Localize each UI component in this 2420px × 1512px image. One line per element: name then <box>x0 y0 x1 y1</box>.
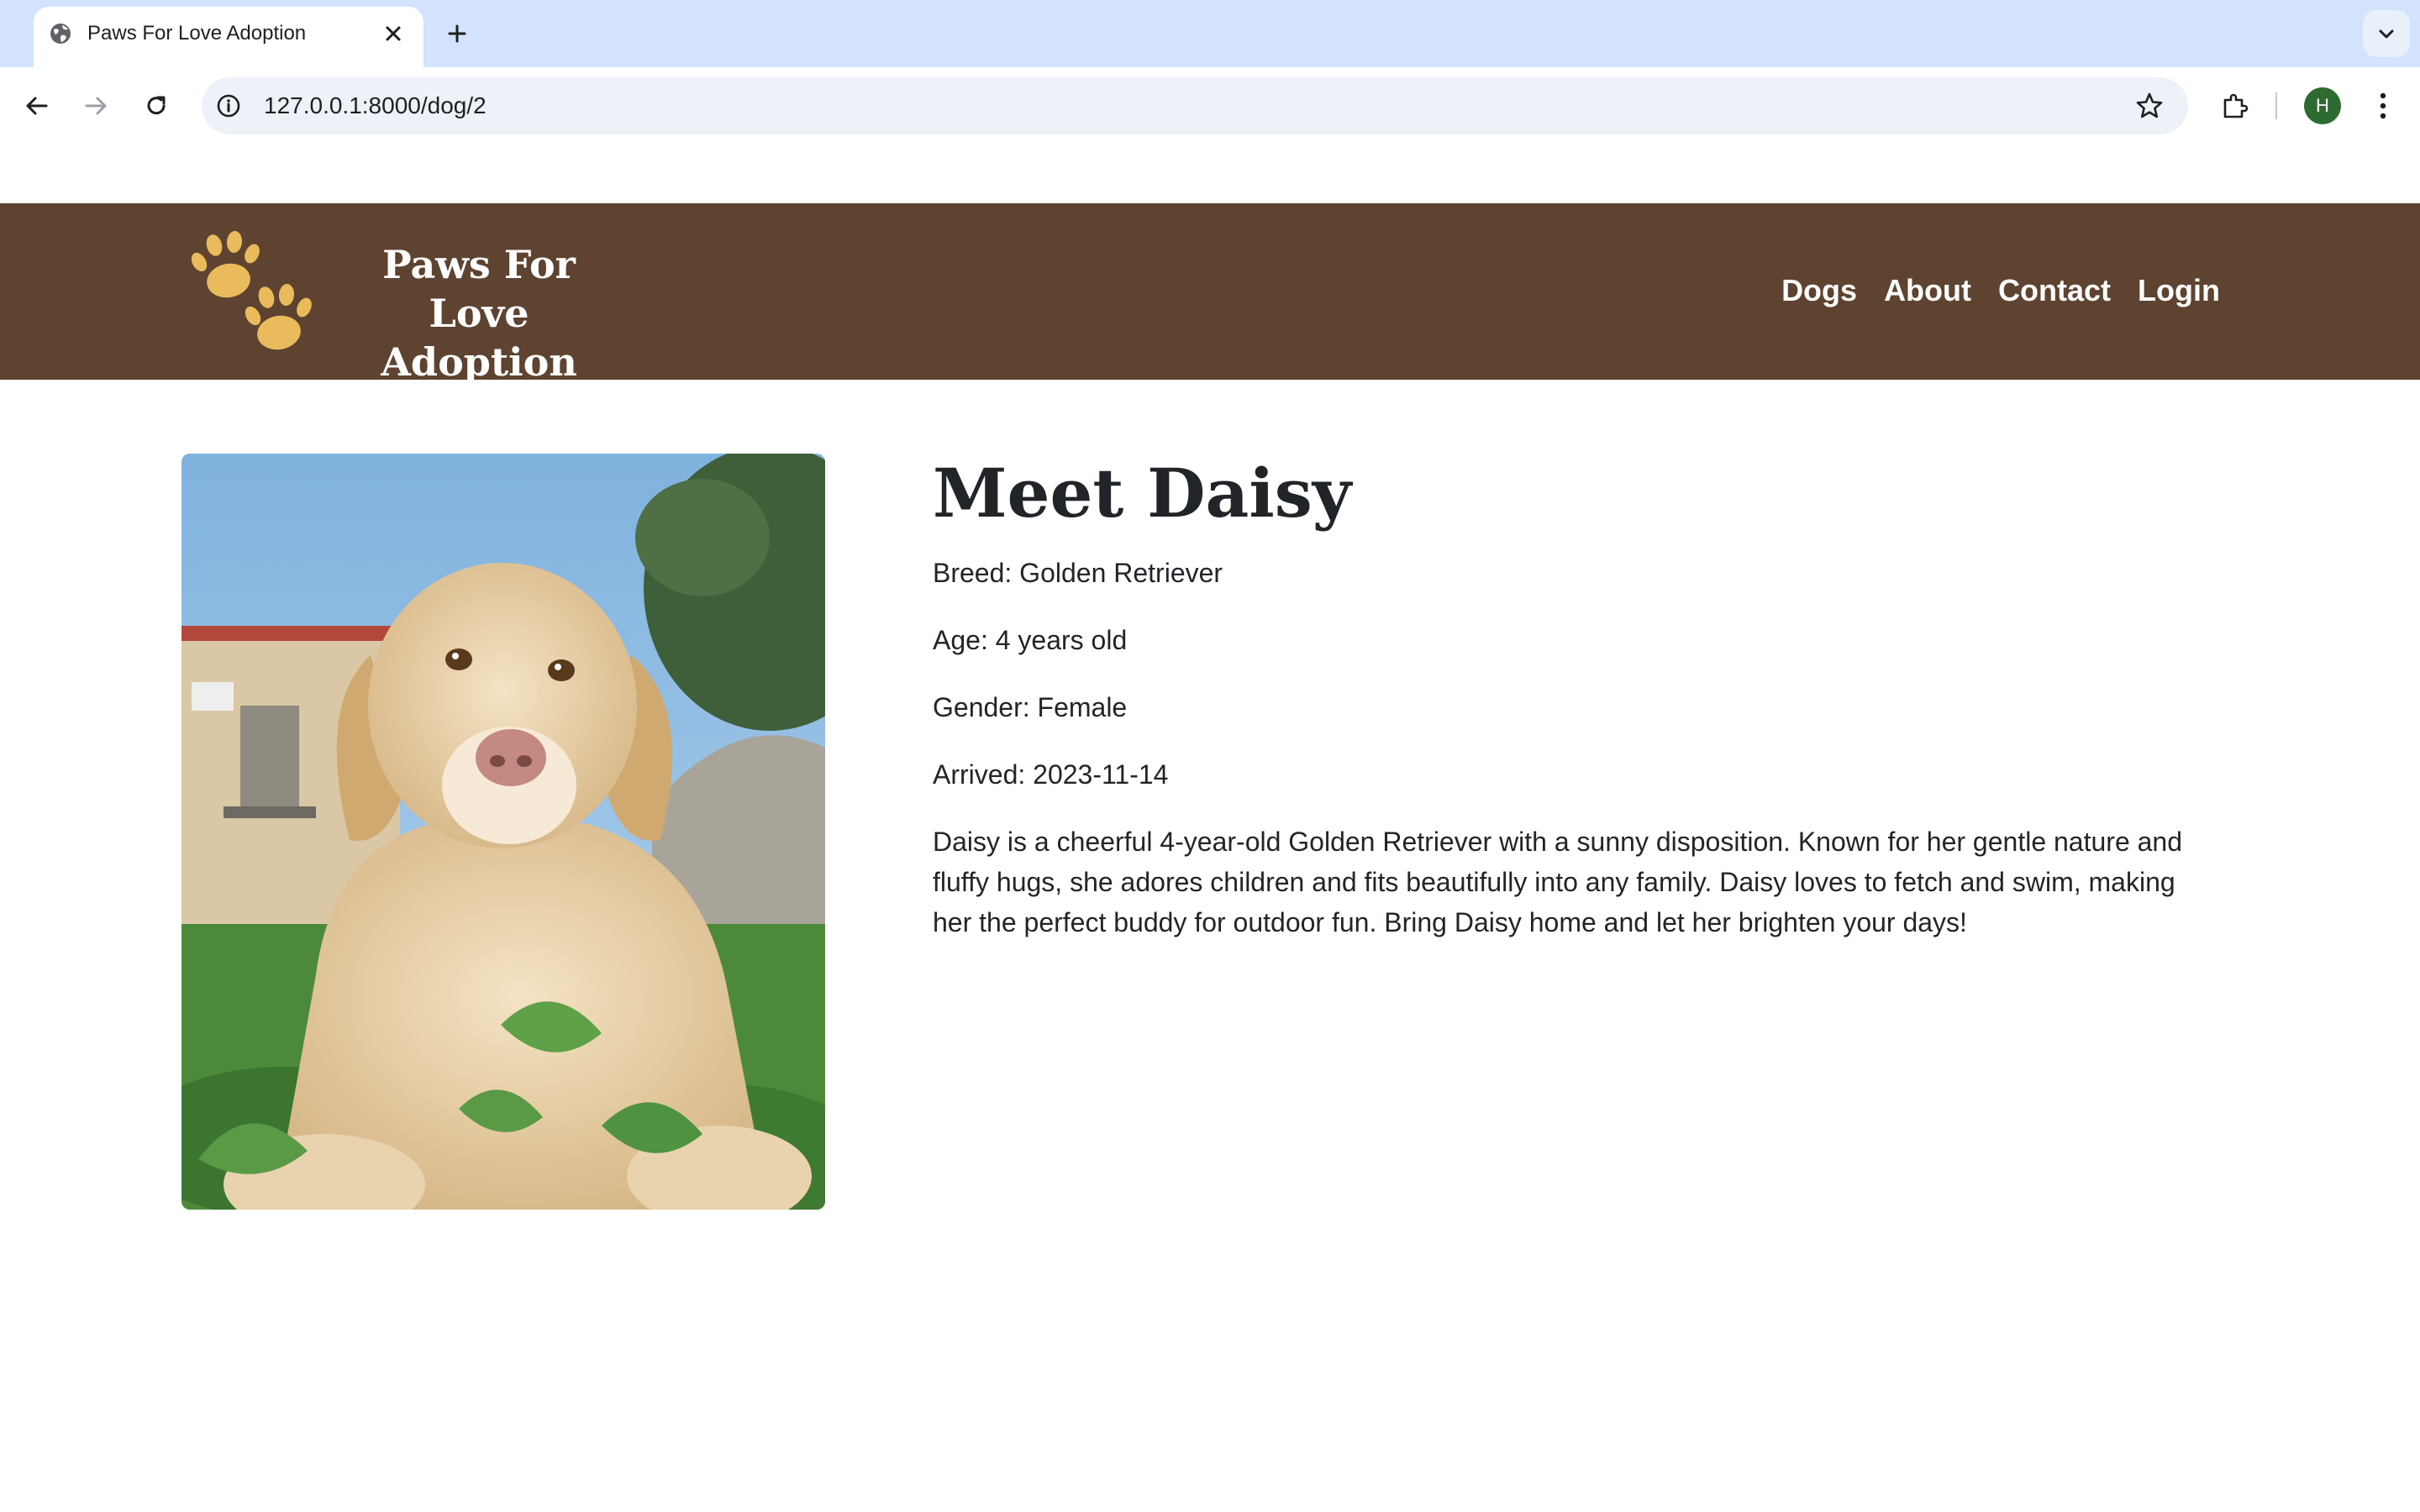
profile-avatar[interactable]: H <box>2304 87 2341 124</box>
toolbar-divider <box>2275 92 2277 119</box>
browser-tab-active[interactable]: Paws For Love Adoption <box>34 7 424 67</box>
browser-tab-strip: Paws For Love Adoption <box>0 0 2420 67</box>
site-nav: Dogs About Contact Login <box>1781 270 2220 311</box>
dog-details: Meet Daisy Breed: Golden Retriever Age: … <box>933 447 2227 937</box>
nav-link-contact[interactable]: Contact <box>1998 270 2111 311</box>
back-arrow-icon[interactable] <box>18 87 55 124</box>
dog-breed: Breed: Golden Retriever <box>933 558 1223 588</box>
brand-name-line2: Adoption <box>381 339 577 385</box>
page-title: Meet Daisy <box>933 454 1352 533</box>
puzzle-icon[interactable] <box>2215 86 2255 126</box>
brand-name-line1: Paws For Love <box>382 242 576 336</box>
nav-link-login[interactable]: Login <box>2138 270 2220 311</box>
address-bar[interactable]: 127.0.0.1:8000/dog/2 <box>202 77 2188 134</box>
site-header: Paws For Love Adoption Dogs About Contac… <box>0 203 2420 385</box>
site-info-icon[interactable] <box>213 91 244 121</box>
more-vert-icon[interactable] <box>2365 87 2402 124</box>
nav-link-about[interactable]: About <box>1884 270 1971 311</box>
dog-age: Age: 4 years old <box>933 625 1128 655</box>
tab-title: Paws For Love Adoption <box>87 22 307 45</box>
paw-prints-icon <box>187 228 329 354</box>
forward-arrow-icon[interactable] <box>77 87 114 124</box>
globe-icon <box>47 20 74 47</box>
reload-icon[interactable] <box>138 87 175 124</box>
dog-arrived: Arrived: 2023-11-14 <box>933 759 1169 790</box>
chevron-down-icon[interactable] <box>2363 10 2410 57</box>
brand-logo-link[interactable]: Paws For Love Adoption <box>187 228 623 385</box>
nav-link-dogs[interactable]: Dogs <box>1781 270 1857 311</box>
new-tab-icon[interactable] <box>440 17 474 50</box>
brand-name: Paws For Love Adoption <box>328 240 630 386</box>
dog-description: Daisy is a cheerful 4-year-old Golden Re… <box>933 827 2183 937</box>
dog-gender: Gender: Female <box>933 692 1128 722</box>
close-icon[interactable] <box>378 18 408 49</box>
browser-toolbar: 127.0.0.1:8000/dog/2 H <box>0 67 2420 144</box>
dog-photo <box>182 454 825 1210</box>
url-text: 127.0.0.1:8000/dog/2 <box>264 92 487 118</box>
star-icon[interactable] <box>2133 89 2166 123</box>
page-viewport: Paws For Love Adoption Dogs About Contac… <box>0 144 2420 1512</box>
